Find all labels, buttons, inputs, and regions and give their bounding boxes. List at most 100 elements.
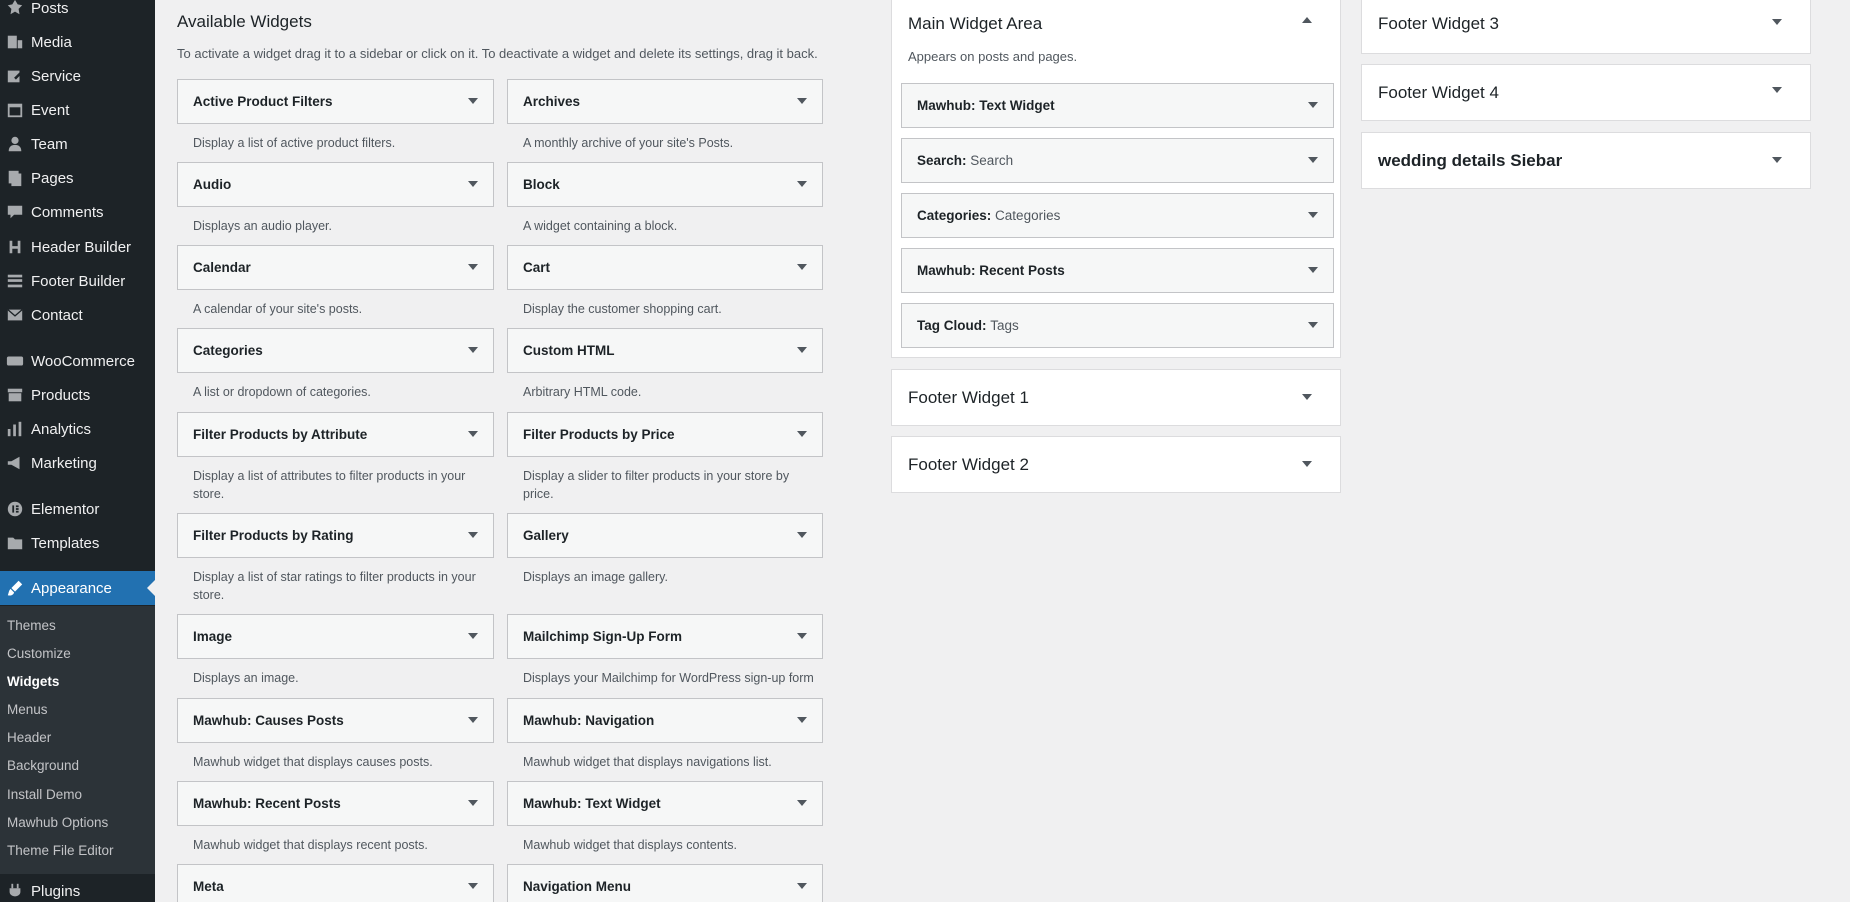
expand-toggle-icon[interactable]: [1302, 394, 1312, 400]
available-widget[interactable]: Audio: [177, 162, 494, 207]
expand-toggle-icon[interactable]: [1772, 19, 1782, 25]
menu-team[interactable]: Team: [0, 127, 155, 161]
submenu-menus[interactable]: Menus: [7, 702, 48, 717]
available-widget[interactable]: Mailchimp Sign-Up Form: [507, 614, 823, 659]
expand-toggle-icon[interactable]: [797, 181, 807, 187]
available-widget[interactable]: Mawhub: Text Widget: [507, 781, 823, 826]
area-widget[interactable]: Categories: Categories: [901, 193, 1334, 238]
menu-footer-builder[interactable]: Footer Builder: [0, 264, 155, 298]
area-widget[interactable]: Tag Cloud: Tags: [901, 303, 1334, 348]
expand-toggle-icon[interactable]: [797, 264, 807, 270]
expand-toggle-icon[interactable]: [468, 883, 478, 889]
menu-plugins[interactable]: Plugins: [0, 874, 155, 902]
expand-toggle-icon[interactable]: [468, 532, 478, 538]
expand-toggle-icon[interactable]: [797, 347, 807, 353]
expand-toggle-icon[interactable]: [797, 532, 807, 538]
widget-description: Mawhub widget that displays causes posts…: [193, 755, 433, 769]
menu-woocommerce[interactable]: WooCommerce: [0, 344, 155, 378]
expand-toggle-icon[interactable]: [1308, 102, 1318, 108]
submenu-background[interactable]: Background: [7, 758, 79, 773]
widget-title: Mawhub: Causes Posts: [193, 713, 344, 728]
submenu-header[interactable]: Header: [7, 730, 51, 745]
available-widget[interactable]: Meta: [177, 864, 494, 902]
expand-toggle-icon[interactable]: [468, 800, 478, 806]
available-widget[interactable]: Mawhub: Causes Posts: [177, 698, 494, 743]
expand-toggle-icon[interactable]: [468, 264, 478, 270]
available-widget[interactable]: Mawhub: Recent Posts: [177, 781, 494, 826]
menu-elementor[interactable]: Elementor: [0, 492, 155, 526]
expand-toggle-icon[interactable]: [468, 633, 478, 639]
expand-toggle-icon[interactable]: [1308, 322, 1318, 328]
expand-toggle-icon[interactable]: [468, 98, 478, 104]
expand-toggle-icon[interactable]: [1772, 87, 1782, 93]
menu-posts[interactable]: Posts: [0, 0, 155, 25]
menu-templates[interactable]: Templates: [0, 526, 155, 560]
menu-service[interactable]: Service: [0, 59, 155, 93]
menu-comments[interactable]: Comments: [0, 195, 155, 229]
submenu-themes[interactable]: Themes: [7, 618, 56, 633]
available-widget[interactable]: Filter Products by Price: [507, 412, 823, 457]
available-widget[interactable]: Block: [507, 162, 823, 207]
footer-widget-2-area[interactable]: Footer Widget 2: [891, 436, 1341, 493]
menu-header-builder[interactable]: Header Builder: [0, 230, 155, 264]
expand-toggle-icon[interactable]: [797, 883, 807, 889]
available-widget[interactable]: Categories: [177, 328, 494, 373]
widget-title: Categories: Categories: [917, 208, 1061, 223]
expand-toggle-icon[interactable]: [468, 347, 478, 353]
widget-title: Image: [193, 629, 233, 644]
panel-title[interactable]: Main Widget Area: [908, 14, 1042, 34]
available-widget[interactable]: Calendar: [177, 245, 494, 290]
collapse-toggle-icon[interactable]: [1302, 17, 1312, 23]
available-widget[interactable]: Filter Products by Attribute: [177, 412, 494, 457]
footer-widget-4-area[interactable]: Footer Widget 4: [1361, 64, 1811, 121]
menu-label: Service: [31, 67, 82, 85]
available-widget[interactable]: Mawhub: Navigation: [507, 698, 823, 743]
available-widget[interactable]: Active Product Filters: [177, 79, 494, 124]
expand-toggle-icon[interactable]: [797, 431, 807, 437]
menu-analytics[interactable]: Analytics: [0, 412, 155, 446]
available-widget[interactable]: Filter Products by Rating: [177, 513, 494, 558]
media-icon: [0, 25, 30, 59]
menu-marketing[interactable]: Marketing: [0, 446, 155, 480]
menu-appearance[interactable]: Appearance: [0, 571, 155, 605]
menu-contact[interactable]: Contact: [0, 298, 155, 332]
expand-toggle-icon[interactable]: [1308, 267, 1318, 273]
expand-toggle-icon[interactable]: [797, 633, 807, 639]
submenu-customize[interactable]: Customize: [7, 646, 71, 661]
footer-widget-1-area[interactable]: Footer Widget 1: [891, 369, 1341, 426]
menu-pages[interactable]: Pages: [0, 161, 155, 195]
available-widget[interactable]: Navigation Menu: [507, 864, 823, 902]
available-widget[interactable]: Gallery: [507, 513, 823, 558]
available-widget[interactable]: Image: [177, 614, 494, 659]
expand-toggle-icon[interactable]: [468, 717, 478, 723]
available-widget[interactable]: Cart: [507, 245, 823, 290]
expand-toggle-icon[interactable]: [1302, 461, 1312, 467]
submenu-mawhub-options[interactable]: Mawhub Options: [7, 815, 108, 830]
menu-label: Plugins: [31, 882, 81, 900]
menu-products[interactable]: Products: [0, 378, 155, 412]
menu-label: Media: [31, 33, 72, 51]
area-widget[interactable]: Mawhub: Recent Posts: [901, 248, 1334, 293]
woo-icon: [0, 344, 30, 378]
expand-toggle-icon[interactable]: [797, 800, 807, 806]
menu-label: Templates: [31, 534, 100, 552]
available-widget[interactable]: Custom HTML: [507, 328, 823, 373]
expand-toggle-icon[interactable]: [468, 181, 478, 187]
wedding-details-sidebar-area[interactable]: wedding details Siebar: [1361, 132, 1811, 189]
submenu-theme-file-editor[interactable]: Theme File Editor: [7, 843, 114, 858]
elementor-icon: [0, 492, 30, 526]
menu-media[interactable]: Media: [0, 25, 155, 59]
submenu-widgets[interactable]: Widgets: [7, 674, 59, 689]
available-widget[interactable]: Archives: [507, 79, 823, 124]
expand-toggle-icon[interactable]: [1308, 157, 1318, 163]
expand-toggle-icon[interactable]: [797, 98, 807, 104]
area-widget[interactable]: Search: Search: [901, 138, 1334, 183]
expand-toggle-icon[interactable]: [1308, 212, 1318, 218]
submenu-install-demo[interactable]: Install Demo: [7, 787, 82, 802]
expand-toggle-icon[interactable]: [468, 431, 478, 437]
expand-toggle-icon[interactable]: [1772, 157, 1782, 163]
menu-event[interactable]: Event: [0, 93, 155, 127]
area-widget[interactable]: Mawhub: Text Widget: [901, 83, 1334, 128]
expand-toggle-icon[interactable]: [797, 717, 807, 723]
footer-widget-3-area[interactable]: Footer Widget 3: [1361, 0, 1811, 54]
